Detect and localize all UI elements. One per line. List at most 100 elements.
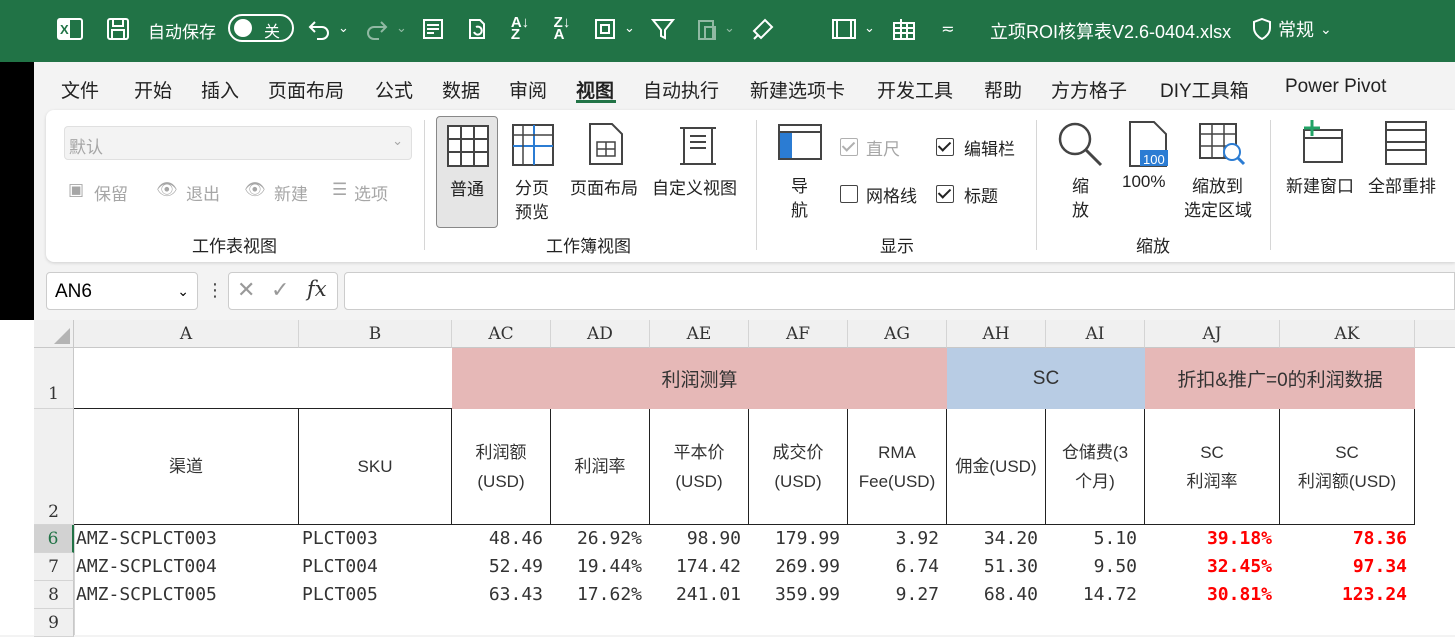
cell-channel[interactable]: AMZ-SCPLCT003 (76, 525, 301, 553)
tab-file[interactable]: 文件 (61, 76, 99, 103)
tab-data[interactable]: 数据 (442, 76, 480, 103)
cell-profit-rate[interactable]: 26.92% (551, 525, 650, 553)
column-header-ac[interactable]: AC (452, 320, 551, 348)
sort-asc-icon[interactable]: A↓ Z (506, 14, 534, 44)
row-header-6[interactable]: 6 (34, 525, 74, 553)
column-header-ah[interactable]: AH (947, 320, 1046, 348)
zoom-100-button[interactable]: 100 100% (1118, 118, 1178, 228)
cell-sku[interactable]: PLCT003 (302, 525, 455, 553)
media-icon[interactable] (830, 14, 858, 44)
zoom-to-selection-button[interactable]: 缩放到 选定区域 (1182, 118, 1262, 228)
cell-sc-profit-rate[interactable]: 30.81% (1145, 581, 1280, 609)
tab-power-pivot[interactable]: Power Pivot (1285, 76, 1386, 98)
cell-channel[interactable]: AMZ-SCPLCT004 (76, 553, 301, 581)
autosave-toggle[interactable]: 关 (228, 14, 294, 42)
row-header-9[interactable]: 9 (34, 609, 74, 637)
row-header-7[interactable]: 7 (34, 553, 74, 581)
cell-storage-fee[interactable]: 5.10 (1046, 525, 1145, 553)
cell-sc-profit-amount[interactable]: 78.36 (1280, 525, 1415, 553)
header-storage-fee[interactable]: 仓储费(3 个月) (1046, 409, 1145, 525)
tab-review[interactable]: 审阅 (509, 76, 547, 103)
row-header-2[interactable]: 2 (34, 409, 74, 525)
cell-sc-profit-rate[interactable]: 32.45% (1145, 553, 1280, 581)
row-header-1[interactable]: 1 (34, 348, 74, 409)
undo-dropdown-icon[interactable]: ⌄ (338, 20, 349, 36)
cell-profit-amount[interactable]: 63.43 (452, 581, 551, 609)
header-channel[interactable]: 渠道 (74, 409, 299, 525)
refresh-icon[interactable] (464, 14, 490, 44)
tab-automate[interactable]: 自动执行 (643, 76, 719, 103)
cell-commission[interactable]: 34.20 (947, 525, 1046, 553)
page-setup-icon[interactable] (592, 14, 618, 44)
sort-desc-icon[interactable]: Z↓ A (548, 14, 576, 44)
cell-rma-fee[interactable]: 6.74 (848, 553, 947, 581)
column-header-af[interactable]: AF (749, 320, 848, 348)
header-rma-fee[interactable]: RMA Fee(USD) (848, 409, 947, 525)
tab-diy-toolbox[interactable]: DIY工具箱 (1160, 76, 1249, 103)
tab-new-tab[interactable]: 新建选项卡 (750, 76, 845, 103)
customize-qat-icon[interactable]: ≂ (938, 14, 958, 44)
cell-storage-fee[interactable]: 14.72 (1046, 581, 1145, 609)
column-header-next[interactable] (1415, 320, 1455, 348)
grid-icon[interactable] (890, 14, 918, 44)
redo-dropdown-icon[interactable]: ⌄ (396, 20, 407, 36)
cell-a1[interactable] (74, 348, 452, 409)
ruler-checkbox[interactable] (840, 138, 858, 156)
cell-breakeven-price[interactable]: 241.01 (650, 581, 749, 609)
column-header-ae[interactable]: AE (650, 320, 749, 348)
cell-sku[interactable]: PLCT004 (302, 553, 455, 581)
header-breakeven-price[interactable]: 平本价 (USD) (650, 409, 749, 525)
cancel-icon[interactable]: ✕ (237, 277, 255, 303)
page-layout-view-button[interactable]: 页面布局 (568, 116, 644, 228)
cell-profit-amount[interactable]: 52.49 (452, 553, 551, 581)
tab-developer[interactable]: 开发工具 (877, 76, 953, 103)
gridlines-checkbox[interactable] (840, 185, 858, 203)
header-sku[interactable]: SKU (299, 409, 452, 525)
new-window-button[interactable]: 新建窗口 (1282, 118, 1364, 218)
form-icon[interactable] (420, 14, 446, 44)
cell-breakeven-price[interactable]: 98.90 (650, 525, 749, 553)
column-header-ak[interactable]: AK (1280, 320, 1415, 348)
header-profit-rate[interactable]: 利润率 (551, 409, 650, 525)
cell-sku[interactable]: PLCT005 (302, 581, 455, 609)
tab-fangfang[interactable]: 方方格子 (1051, 76, 1127, 103)
formula-input[interactable] (344, 272, 1455, 310)
header-sc-profit-rate[interactable]: SC 利润率 (1145, 409, 1280, 525)
header-commission[interactable]: 佣金(USD) (947, 409, 1046, 525)
formula-bar-checkbox[interactable] (936, 138, 954, 156)
normal-view-button[interactable]: 普通 (436, 116, 498, 228)
cell-rma-fee[interactable]: 9.27 (848, 581, 947, 609)
cell-profit-rate[interactable]: 17.62% (551, 581, 650, 609)
redo-icon[interactable] (364, 14, 390, 44)
group-header-zero-discount[interactable]: 折扣&推广=0的利润数据 (1145, 348, 1415, 409)
cell-commission[interactable]: 51.30 (947, 553, 1046, 581)
sensitivity-label[interactable]: 常规 ⌄ (1252, 16, 1332, 42)
tab-formulas[interactable]: 公式 (375, 76, 413, 103)
cell-profit-amount[interactable]: 48.46 (452, 525, 551, 553)
zoom-button[interactable]: 缩 放 (1052, 118, 1108, 228)
group-header-profit[interactable]: 利润测算 (452, 348, 947, 409)
row-header-8[interactable]: 8 (34, 581, 74, 609)
page-setup-dropdown-icon[interactable]: ⌄ (624, 20, 635, 36)
undo-icon[interactable] (306, 14, 332, 44)
media-dropdown-icon[interactable]: ⌄ (864, 20, 875, 36)
chevron-down-icon[interactable]: ⌄ (177, 283, 189, 300)
format-painter-icon[interactable] (750, 14, 776, 44)
cell-storage-fee[interactable]: 9.50 (1046, 553, 1145, 581)
cell-sc-profit-amount[interactable]: 97.34 (1280, 553, 1415, 581)
cell-breakeven-price[interactable]: 174.42 (650, 553, 749, 581)
cell-channel[interactable]: AMZ-SCPLCT005 (76, 581, 301, 609)
cell-rma-fee[interactable]: 3.92 (848, 525, 947, 553)
column-header-aj[interactable]: AJ (1145, 320, 1280, 348)
paste-dropdown-icon[interactable]: ⌄ (724, 20, 735, 36)
more-options-icon[interactable]: ⋮ (206, 280, 224, 301)
cell-deal-price[interactable]: 179.99 (749, 525, 848, 553)
cell-sc-profit-amount[interactable]: 123.24 (1280, 581, 1415, 609)
group-header-sc[interactable]: SC (947, 348, 1145, 409)
custom-view-button[interactable]: 自定义视图 (650, 116, 742, 228)
navigation-button[interactable]: 导 航 (774, 120, 826, 220)
tab-insert[interactable]: 插入 (201, 76, 239, 103)
select-all-corner[interactable] (34, 320, 74, 348)
filter-icon[interactable] (650, 14, 676, 44)
column-header-ag[interactable]: AG (848, 320, 947, 348)
